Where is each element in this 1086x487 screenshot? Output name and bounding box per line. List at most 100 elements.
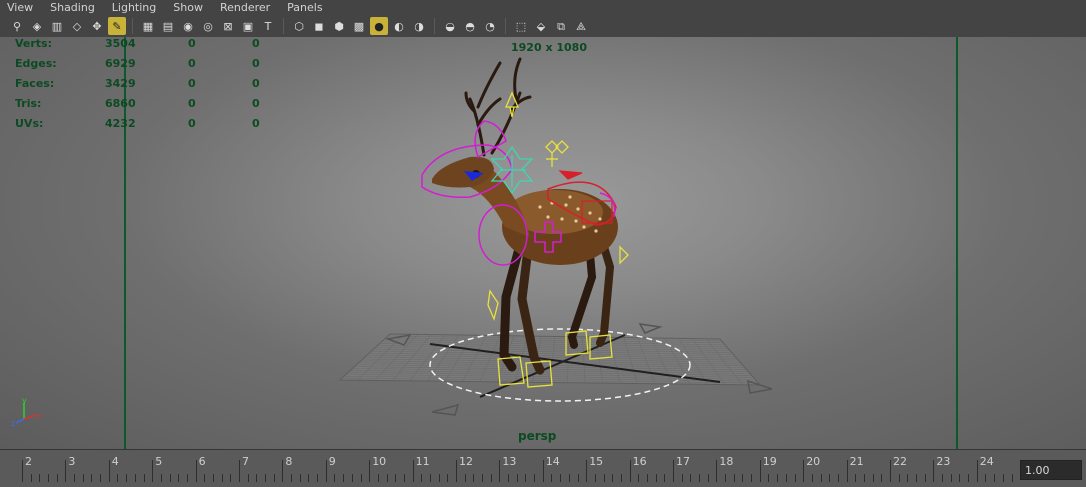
menu-lighting[interactable]: Lighting: [104, 1, 165, 14]
2d-pan-zoom-icon[interactable]: ✥: [88, 17, 106, 35]
hud-row-verts: Verts: 3504 0 0: [15, 37, 275, 57]
menu-renderer[interactable]: Renderer: [212, 1, 279, 14]
isolate-select-icon[interactable]: ⬚: [512, 17, 530, 35]
safe-title-icon[interactable]: T: [259, 17, 277, 35]
time-tick-major: [933, 460, 935, 482]
time-tick-label: 17: [676, 455, 690, 468]
time-tick-minor: [785, 474, 787, 482]
time-tick-minor: [1002, 474, 1004, 482]
gate-mask-icon[interactable]: ◎: [199, 17, 217, 35]
time-tick-label: 11: [415, 455, 430, 468]
smooth-shade-icon[interactable]: ◼: [310, 17, 328, 35]
time-tick-minor: [950, 474, 952, 482]
menu-show[interactable]: Show: [165, 1, 212, 14]
time-tick-minor: [100, 474, 102, 482]
time-tick-minor: [48, 474, 50, 482]
resolution-label: 1920 x 1080: [511, 41, 587, 54]
time-tick-minor: [568, 474, 570, 482]
time-tick-label: 5: [155, 455, 163, 468]
menu-shading[interactable]: Shading: [42, 1, 104, 14]
toolbar-separator: [434, 18, 435, 34]
hud-value-total: 6860: [105, 97, 136, 110]
time-tick-minor: [829, 474, 831, 482]
select-camera-icon[interactable]: ⚲: [8, 17, 26, 35]
xray-joints-icon[interactable]: ⟁: [572, 17, 590, 35]
menu-view[interactable]: View: [0, 1, 42, 14]
time-tick-minor: [516, 474, 518, 482]
time-slider[interactable]: 2 3 4 5 6 7 8 9 10 11 12 13 14 15 16 17 18 19 20 21 22 23 24 1…: [0, 449, 1086, 487]
deer-model: [432, 57, 618, 375]
time-tick-major: [976, 460, 978, 482]
grease-pencil-icon[interactable]: ✎: [108, 17, 126, 35]
panel-toolbar: ⚲ ◈ ▥ ◇ ✥ ✎ ▦ ▤ ◉ ◎ ⊠ ▣ T ⬡ ◼ ⬢ ▩ ● ◐ ◑ …: [0, 15, 1086, 37]
time-tick-minor: [482, 474, 484, 482]
time-tick-minor: [742, 474, 744, 482]
shadows-icon[interactable]: ◐: [390, 17, 408, 35]
time-tick-minor: [386, 474, 388, 482]
depth-of-field-icon[interactable]: ◔: [481, 17, 499, 35]
xray-icon[interactable]: ⬙: [532, 17, 550, 35]
time-slider-ticks[interactable]: 2 3 4 5 6 7 8 9 10 11 12 13 14 15 16 17 18 19 20 21 22 23 24: [0, 452, 1016, 487]
time-tick-label: 24: [979, 455, 994, 468]
time-tick-minor: [994, 474, 996, 482]
time-tick-label: 10: [372, 455, 387, 468]
time-tick-minor: [707, 474, 709, 482]
menu-panels[interactable]: Panels: [279, 1, 331, 14]
hud-value-components: 0: [252, 37, 260, 50]
multisample-aa-icon[interactable]: ◓: [461, 17, 479, 35]
time-tick-minor: [230, 474, 232, 482]
time-tick-minor: [247, 474, 249, 482]
time-tick-minor: [777, 474, 779, 482]
hud-value-components: 0: [252, 117, 260, 130]
time-tick-minor: [143, 474, 145, 482]
resolution-gate-right: [956, 37, 958, 449]
bookmark-icon[interactable]: ▥: [48, 17, 66, 35]
time-tick-major: [673, 460, 674, 482]
current-frame-field[interactable]: 1.00: [1020, 460, 1082, 480]
time-tick-minor: [768, 474, 770, 482]
time-tick-minor: [91, 474, 93, 482]
time-tick-minor: [820, 474, 822, 482]
hud-value-components: 0: [252, 77, 260, 90]
time-tick-major: [195, 460, 197, 482]
xray-active-components-icon[interactable]: ⧉: [552, 17, 570, 35]
time-tick-minor: [794, 474, 796, 482]
time-tick-minor: [169, 474, 171, 482]
x-axis-label: x: [37, 411, 42, 420]
textured-icon[interactable]: ▩: [350, 17, 368, 35]
time-tick-minor: [178, 474, 180, 482]
time-tick-minor: [1011, 474, 1013, 482]
screen-space-ao-icon[interactable]: ◑: [410, 17, 428, 35]
time-tick-minor: [551, 474, 553, 482]
time-tick-minor: [82, 474, 84, 482]
time-tick-major: [716, 460, 718, 482]
time-tick-minor: [403, 474, 405, 482]
wireframe-on-shaded-icon[interactable]: ⬢: [330, 17, 348, 35]
hud-row-faces: Faces: 3429 0 0: [15, 77, 275, 97]
grid-icon[interactable]: ▦: [139, 17, 157, 35]
time-tick-major: [369, 460, 371, 482]
time-tick-label: 12: [459, 455, 473, 468]
hud-value-selected: 0: [188, 37, 196, 50]
toolbar-separator: [505, 18, 506, 34]
use-all-lights-icon[interactable]: ●: [370, 17, 388, 35]
film-gate-icon[interactable]: ▤: [159, 17, 177, 35]
time-tick-minor: [395, 474, 397, 482]
safe-action-icon[interactable]: ▣: [239, 17, 257, 35]
panel-menu-bar: View Shading Lighting Show Renderer Pane…: [0, 0, 1086, 15]
resolution-gate-icon[interactable]: ◉: [179, 17, 197, 35]
time-tick-minor: [872, 474, 874, 482]
wireframe-icon[interactable]: ⬡: [290, 17, 308, 35]
perspective-viewport[interactable]: Verts: 3504 0 0 Edges: 6929 0 0 Faces: 3…: [0, 37, 1086, 449]
time-tick-major: [239, 460, 240, 482]
camera-attributes-icon[interactable]: ◈: [28, 17, 46, 35]
motion-blur-icon[interactable]: ◒: [441, 17, 459, 35]
time-tick-minor: [646, 474, 648, 482]
hud-row-uvs: UVs: 4232 0 0: [15, 117, 275, 137]
time-tick-minor: [351, 474, 353, 482]
z-axis-label: z: [11, 419, 15, 427]
image-plane-icon[interactable]: ◇: [68, 17, 86, 35]
time-tick-minor: [603, 474, 605, 482]
time-tick-label: 15: [589, 455, 604, 468]
field-chart-icon[interactable]: ⊠: [219, 17, 237, 35]
